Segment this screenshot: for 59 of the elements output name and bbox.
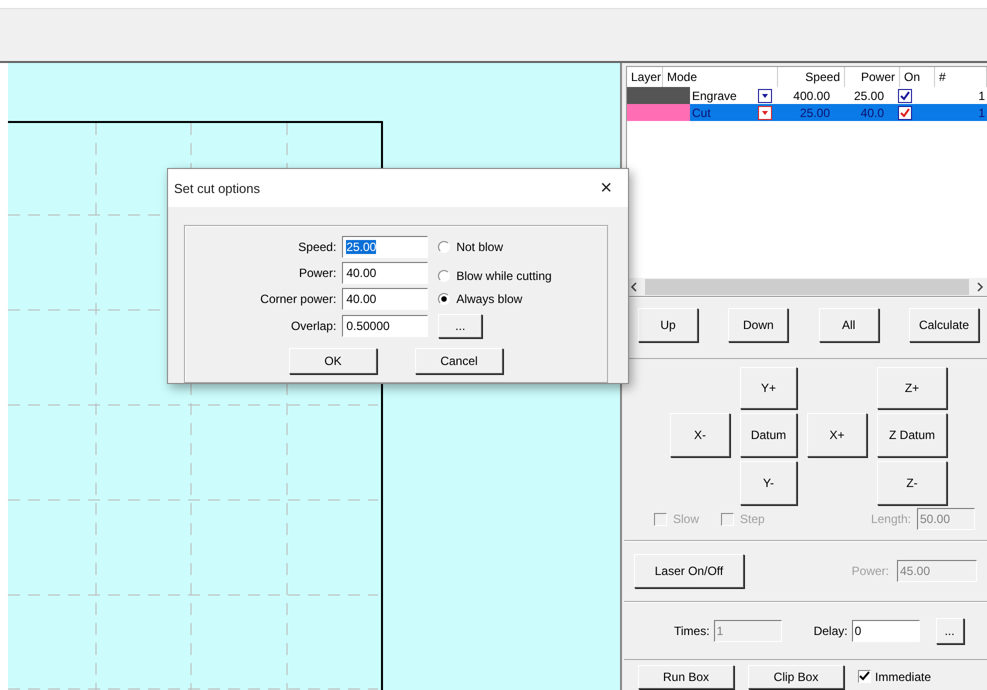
layer-row[interactable]: Cut 25.00 40.0 1 xyxy=(690,104,987,121)
checkbox-label: Step xyxy=(740,512,765,526)
delay-field[interactable]: 0 xyxy=(852,620,920,642)
laser-toggle-button[interactable]: Laser On/Off xyxy=(634,554,744,588)
jog-button[interactable]: Datum xyxy=(740,412,797,457)
length-label: Length: xyxy=(870,512,911,526)
table-cell-text: 40.0 xyxy=(860,106,885,120)
radio-button[interactable] xyxy=(438,293,450,305)
more-button[interactable]: ... xyxy=(936,618,964,644)
times-label: Times: xyxy=(674,624,710,638)
checkbox[interactable] xyxy=(898,88,912,102)
input-field[interactable]: 25.00 xyxy=(342,236,428,258)
jog-button[interactable]: Y- xyxy=(740,460,797,505)
table-cell-text: 1 xyxy=(977,106,986,120)
layer-button[interactable]: Down xyxy=(728,308,788,342)
jog-button[interactable]: X+ xyxy=(807,412,867,457)
layer-button[interactable]: All xyxy=(818,308,879,342)
input-field[interactable]: 40.00 xyxy=(342,262,428,284)
dropdown-icon[interactable] xyxy=(758,88,772,102)
radio-label: Blow while cutting xyxy=(456,269,552,283)
clip-box-button[interactable]: Clip Box xyxy=(748,664,844,689)
delay-label: Delay: xyxy=(814,624,848,638)
power-label: Power: xyxy=(852,564,889,578)
run-box-button[interactable]: Run Box xyxy=(638,664,734,689)
input-field[interactable]: 40.00 xyxy=(342,288,428,310)
radio-button[interactable] xyxy=(438,270,450,282)
table-cell-text: 1 xyxy=(977,88,986,102)
jog-button[interactable]: Y+ xyxy=(740,366,797,409)
checkbox[interactable] xyxy=(898,106,912,120)
scrollbar-thumb[interactable] xyxy=(645,278,969,295)
table-cell-text: Cut xyxy=(691,106,712,120)
horizontal-scrollbar[interactable] xyxy=(627,278,987,296)
dialog-title: Set cut options xyxy=(174,180,260,196)
checkbox-label: Slow xyxy=(673,512,700,526)
layer-row[interactable]: Engrave 400.00 25.00 1 xyxy=(690,87,987,104)
ok-button[interactable]: OK xyxy=(289,348,377,374)
jog-button[interactable]: Z+ xyxy=(877,366,947,409)
jog-button[interactable]: Z Datum xyxy=(877,412,947,457)
radio-label: Not blow xyxy=(456,240,503,254)
table-cell-text: 400.00 xyxy=(792,88,831,102)
field-label: Corner power: xyxy=(260,292,336,306)
calculate-button[interactable]: Calculate xyxy=(908,308,979,342)
close-button[interactable]: × xyxy=(596,176,616,200)
table-cell-text: Engrave xyxy=(691,88,738,102)
layer-button[interactable]: Up xyxy=(638,308,698,342)
table-cell-text: 25.00 xyxy=(798,106,831,120)
radio-button[interactable] xyxy=(438,241,450,253)
checkbox-label: Immediate xyxy=(875,670,932,684)
table-cell-text: 25.00 xyxy=(852,88,885,102)
more-button[interactable]: ... xyxy=(438,314,482,338)
jog-button[interactable]: Z- xyxy=(877,460,947,505)
radio-label: Always blow xyxy=(456,292,522,306)
field-label: Speed: xyxy=(297,240,336,254)
field-label: Overlap: xyxy=(290,319,336,333)
jog-button[interactable]: X- xyxy=(670,412,730,457)
input-field[interactable]: 0.50000 xyxy=(342,315,428,337)
cancel-button[interactable]: Cancel xyxy=(415,348,503,374)
field-label: Power: xyxy=(298,266,336,280)
checkbox[interactable] xyxy=(858,670,871,684)
